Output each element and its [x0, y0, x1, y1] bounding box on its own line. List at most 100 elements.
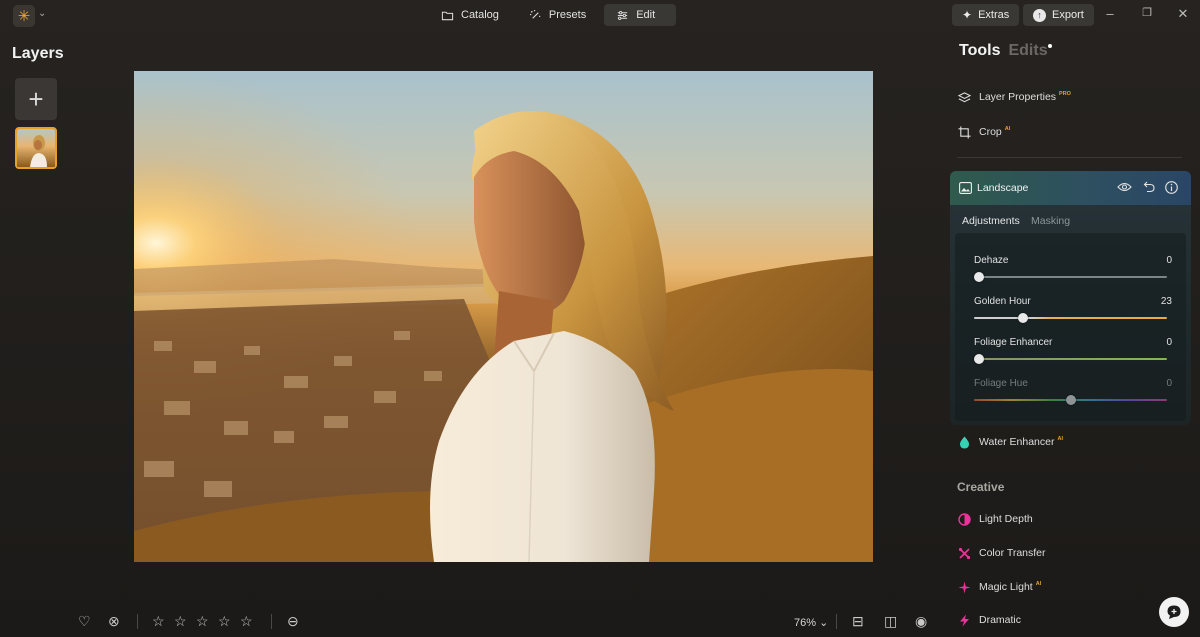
info-icon[interactable] [1165, 181, 1178, 197]
golden-hour-slider-handle[interactable] [1018, 313, 1028, 323]
tool-light-depth[interactable]: Light Depth [957, 509, 1033, 529]
close-icon[interactable]: ✕ [1173, 6, 1193, 22]
folder-icon [441, 11, 454, 20]
layers-stack-icon [957, 90, 971, 104]
divider [957, 157, 1182, 158]
dehaze-value: 0 [1166, 255, 1172, 266]
tools-panel: Tools Edits Layer Properties PRO Crop AI… [945, 32, 1200, 637]
zoom-value: 76% [794, 617, 817, 629]
divider [137, 614, 138, 629]
tool-magic-light[interactable]: Magic Light AI [957, 577, 1041, 597]
add-layer-button[interactable]: + [15, 78, 57, 120]
foliage-enhancer-label: Foliage Enhancer [974, 337, 1053, 348]
golden-hour-slider[interactable] [974, 317, 1167, 319]
tool-crop-label: Crop [979, 126, 1002, 138]
star-icon-2[interactable]: ☆ [174, 614, 187, 628]
export-icon: ↑ [1033, 8, 1046, 22]
title-bar: ✳ ⌄ Catalog Presets Edit ✦ Extras ↑ Expo… [0, 0, 1200, 32]
landscape-icon [959, 181, 972, 199]
tool-light-depth-label: Light Depth [979, 513, 1033, 525]
export-button[interactable]: ↑ Export [1023, 4, 1094, 26]
color-transfer-icon [957, 546, 971, 560]
lightning-icon [957, 613, 971, 627]
reset-undo-icon[interactable] [1143, 181, 1155, 196]
minimize-icon[interactable]: – [1100, 6, 1120, 21]
chat-bubble-icon [1167, 605, 1181, 619]
star-icon-4[interactable]: ☆ [218, 614, 231, 628]
sparkle-wand-icon [529, 9, 541, 19]
zoom-level[interactable]: 76% ⌄ [794, 616, 828, 629]
layer-thumbnail[interactable] [15, 127, 57, 169]
adjustments-panel: Dehaze 0 Golden Hour 23 Foliage Enhancer… [955, 233, 1186, 421]
landscape-title: Landscape [977, 182, 1029, 194]
tab-catalog[interactable]: Catalog [429, 4, 511, 26]
divider [836, 614, 837, 629]
tab-edits[interactable]: Edits [1008, 42, 1047, 60]
panel-tabs: Tools Edits [959, 42, 1048, 60]
sparkle-icon: ✦ [962, 8, 973, 22]
magic-light-sparkle-icon [957, 580, 971, 594]
edits-indicator-dot [1048, 44, 1052, 48]
tab-catalog-label: Catalog [461, 9, 499, 21]
ai-badge: AI [1057, 435, 1063, 442]
crop-icon [957, 125, 971, 139]
foliage-hue-slider-handle[interactable] [1066, 395, 1076, 405]
dehaze-slider-handle[interactable] [974, 272, 984, 282]
landscape-tool-card: Landscape Adjustments Masking Dehaze 0 G… [950, 171, 1191, 425]
star-icon-3[interactable]: ☆ [196, 614, 209, 628]
tab-presets[interactable]: Presets [517, 4, 598, 26]
tool-water-enhancer-label: Water Enhancer [979, 436, 1055, 448]
export-label: Export [1052, 9, 1084, 21]
tab-tools[interactable]: Tools [959, 42, 1000, 60]
tool-water-enhancer[interactable]: Water Enhancer AI [957, 432, 1063, 452]
tool-layer-properties-label: Layer Properties [979, 91, 1057, 103]
tab-edit[interactable]: Edit [604, 4, 677, 26]
visibility-eye-icon[interactable] [1117, 181, 1132, 196]
chat-support-button[interactable] [1159, 597, 1189, 627]
ai-badge: AI [1004, 125, 1011, 132]
water-drop-icon [957, 435, 971, 449]
ai-badge: AI [1035, 580, 1042, 587]
chevron-down-icon[interactable]: ⌄ [38, 8, 46, 19]
layer-thumbnail-image [17, 129, 55, 167]
light-depth-icon [957, 512, 971, 526]
tool-layer-properties[interactable]: Layer Properties PRO [957, 87, 1071, 107]
photo-canvas[interactable] [134, 71, 873, 562]
dehaze-label: Dehaze [974, 255, 1009, 266]
foliage-enhancer-slider[interactable] [974, 358, 1167, 360]
creative-section-title: Creative [957, 480, 1005, 494]
restore-icon[interactable]: ❐ [1137, 6, 1157, 19]
landscape-header[interactable]: Landscape [950, 171, 1191, 205]
more-options-icon[interactable]: ⊖ [287, 614, 299, 628]
golden-hour-label: Golden Hour [974, 296, 1031, 307]
star-icon-1[interactable]: ☆ [152, 614, 165, 628]
tool-dramatic[interactable]: Dramatic [957, 610, 1021, 630]
reject-icon[interactable]: ⊗ [108, 614, 120, 628]
compare-icon[interactable]: ⊟ [852, 614, 864, 628]
dehaze-slider[interactable] [974, 276, 1167, 278]
split-view-icon[interactable]: ◫ [884, 614, 897, 628]
heart-icon[interactable]: ♡ [78, 614, 91, 628]
foliage-enhancer-slider-handle[interactable] [974, 354, 984, 364]
tab-adjustments[interactable]: Adjustments [962, 215, 1020, 227]
extras-button[interactable]: ✦ Extras [952, 4, 1020, 26]
foliage-hue-value: 0 [1166, 378, 1172, 389]
photo-image [134, 71, 873, 562]
plus-icon: + [28, 83, 44, 114]
bottom-toolbar: ♡ ⊗ ☆ ☆ ☆ ☆ ☆ ⊖ 76% ⌄ ⊟ ◫ ◉ [0, 604, 945, 637]
foliage-hue-label: Foliage Hue [974, 378, 1028, 389]
tool-crop[interactable]: Crop AI [957, 122, 1010, 142]
extras-label: Extras [978, 9, 1010, 21]
tab-edit-label: Edit [636, 9, 656, 21]
app-logo-icon[interactable]: ✳ [13, 5, 35, 27]
star-icon-5[interactable]: ☆ [240, 614, 253, 628]
mode-tabs: Catalog Presets Edit [429, 4, 677, 26]
preview-eye-icon[interactable]: ◉ [915, 614, 927, 628]
tool-color-transfer-label: Color Transfer [979, 547, 1046, 559]
tab-masking[interactable]: Masking [1031, 215, 1070, 227]
tab-presets-label: Presets [548, 9, 587, 21]
golden-hour-value: 23 [1160, 296, 1172, 307]
tool-color-transfer[interactable]: Color Transfer [957, 543, 1046, 563]
tool-magic-light-label: Magic Light [979, 581, 1033, 593]
layers-title: Layers [12, 45, 64, 62]
